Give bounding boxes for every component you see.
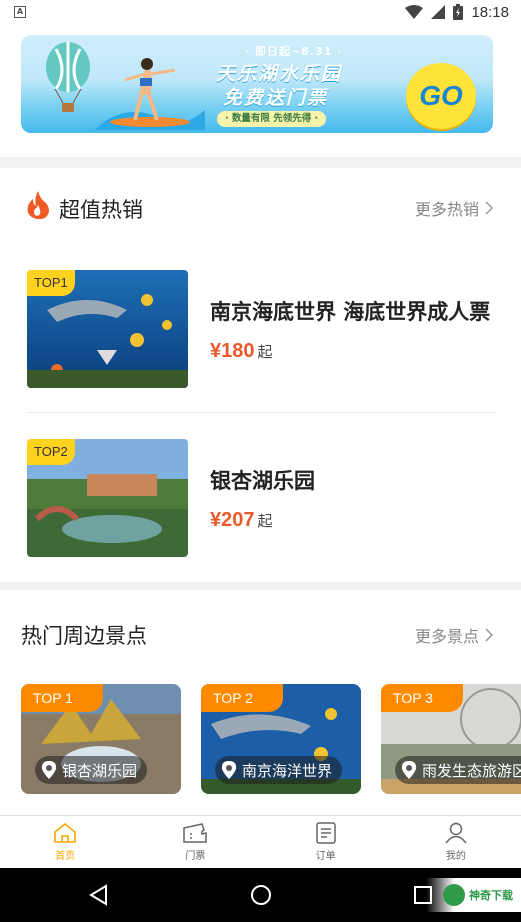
hot-item-name: 南京海底世界 海底世界成人票: [210, 300, 491, 324]
spot-name-pill: 南京海洋世界: [215, 756, 343, 784]
spot-name: 雨发生态旅游区: [422, 761, 521, 780]
status-bar: A 18:18: [0, 0, 521, 25]
banner-section: · 即日起~8.31 · 天乐湖水乐园 免费送门票 · 数量有限 先领先得 · …: [0, 25, 521, 157]
surfer-illustration: [95, 58, 205, 130]
more-hot-label: 更多热销: [414, 200, 479, 219]
hot-item-image: TOP1: [27, 270, 188, 388]
location-pin-icon: [41, 761, 57, 779]
nearby-title: 热门周边景点: [21, 624, 147, 648]
banner-title-line1: 天乐湖水乐园: [216, 63, 343, 85]
watermark-text: 神奇下载: [469, 889, 513, 902]
spot-rank-badge: TOP 1: [21, 684, 103, 712]
more-hot-link[interactable]: 更多热销: [415, 196, 493, 220]
back-icon[interactable]: [88, 884, 108, 906]
hot-sellers-section: 超值热销 更多热销 TOP1 南京海底世界 海底世界成人票 ¥180 起 TOP…: [0, 168, 521, 582]
spot-name: 南京海洋世界: [242, 761, 333, 780]
hot-sellers-title: 超值热销: [59, 198, 143, 222]
battery-icon: [453, 4, 464, 20]
tab-home[interactable]: 首页: [0, 816, 130, 868]
more-spots-link[interactable]: 更多景点: [415, 623, 493, 647]
hot-item-name: 银杏湖乐园: [210, 469, 315, 493]
clock: 18:18: [471, 3, 509, 21]
top-rank-badge: TOP2: [27, 439, 75, 465]
hot-item[interactable]: TOP2 银杏湖乐园 ¥207 起: [27, 439, 497, 557]
wifi-icon: [405, 5, 424, 19]
banner-title-line2: 免费送门票: [223, 87, 329, 109]
system-nav-bar: 神奇下载: [0, 868, 521, 922]
hot-item[interactable]: TOP1 南京海底世界 海底世界成人票 ¥180 起: [27, 270, 497, 388]
bottom-tab-bar: 首页 门票 订单 我的: [0, 815, 521, 868]
more-spots-label: 更多景点: [414, 627, 479, 646]
price-suffix: 起: [257, 343, 273, 361]
banner-date: · 即日起~8.31 ·: [245, 45, 343, 58]
price-value: ¥180: [210, 340, 255, 362]
price-value: ¥207: [210, 509, 255, 531]
hot-item-price: ¥207 起: [210, 509, 273, 532]
spot-name-pill: 雨发生态旅游区: [395, 756, 521, 784]
location-pin-icon: [221, 761, 237, 779]
chevron-right-icon: [485, 628, 493, 642]
promo-banner[interactable]: · 即日起~8.31 · 天乐湖水乐园 免费送门票 · 数量有限 先领先得 · …: [21, 35, 493, 133]
chevron-right-icon: [485, 201, 493, 215]
spot-name-pill: 银杏湖乐园: [35, 756, 148, 784]
spot-rank-badge: TOP 2: [201, 684, 283, 712]
hot-item-price: ¥180 起: [210, 340, 273, 363]
tab-label: 我的: [445, 851, 466, 862]
divider: [27, 412, 497, 413]
nearby-section: 热门周边景点 更多景点 TOP 1 银杏湖乐园 TOP 2 南京海洋世界 TOP…: [0, 590, 521, 815]
notification-a-icon: A: [14, 6, 26, 18]
status-icons: 18:18: [405, 3, 509, 21]
location-pin-icon: [401, 761, 417, 779]
banner-go-button[interactable]: GO: [406, 63, 476, 129]
tab-profile[interactable]: 我的: [391, 816, 521, 868]
user-icon: [445, 822, 467, 844]
tab-label: 订单: [315, 851, 336, 862]
price-suffix: 起: [257, 512, 273, 530]
hot-item-image: TOP2: [27, 439, 188, 557]
tab-label: 门票: [185, 851, 206, 862]
order-icon: [315, 822, 336, 844]
watermark-logo-icon: [443, 884, 465, 906]
spot-card[interactable]: TOP 2 南京海洋世界: [201, 684, 361, 794]
spot-rank-badge: TOP 3: [381, 684, 463, 712]
tab-orders[interactable]: 订单: [261, 816, 391, 868]
tab-tickets[interactable]: 门票: [130, 816, 260, 868]
home-circle-icon[interactable]: [250, 884, 272, 906]
hot-air-balloon-icon: [46, 42, 90, 112]
spot-name: 银杏湖乐园: [62, 761, 138, 780]
hot-sellers-header: 超值热销 更多热销: [0, 168, 521, 248]
spot-card[interactable]: TOP 3 雨发生态旅游区: [381, 684, 521, 794]
spot-card[interactable]: TOP 1 银杏湖乐园: [21, 684, 181, 794]
fire-icon: [27, 191, 49, 219]
top-rank-badge: TOP1: [27, 270, 75, 296]
home-icon: [54, 822, 76, 843]
ticket-icon: [183, 823, 208, 843]
watermark: 神奇下载: [426, 878, 521, 912]
tab-label: 首页: [55, 851, 76, 862]
signal-icon: [431, 5, 446, 19]
banner-subtitle: · 数量有限 先领先得 ·: [217, 111, 327, 127]
